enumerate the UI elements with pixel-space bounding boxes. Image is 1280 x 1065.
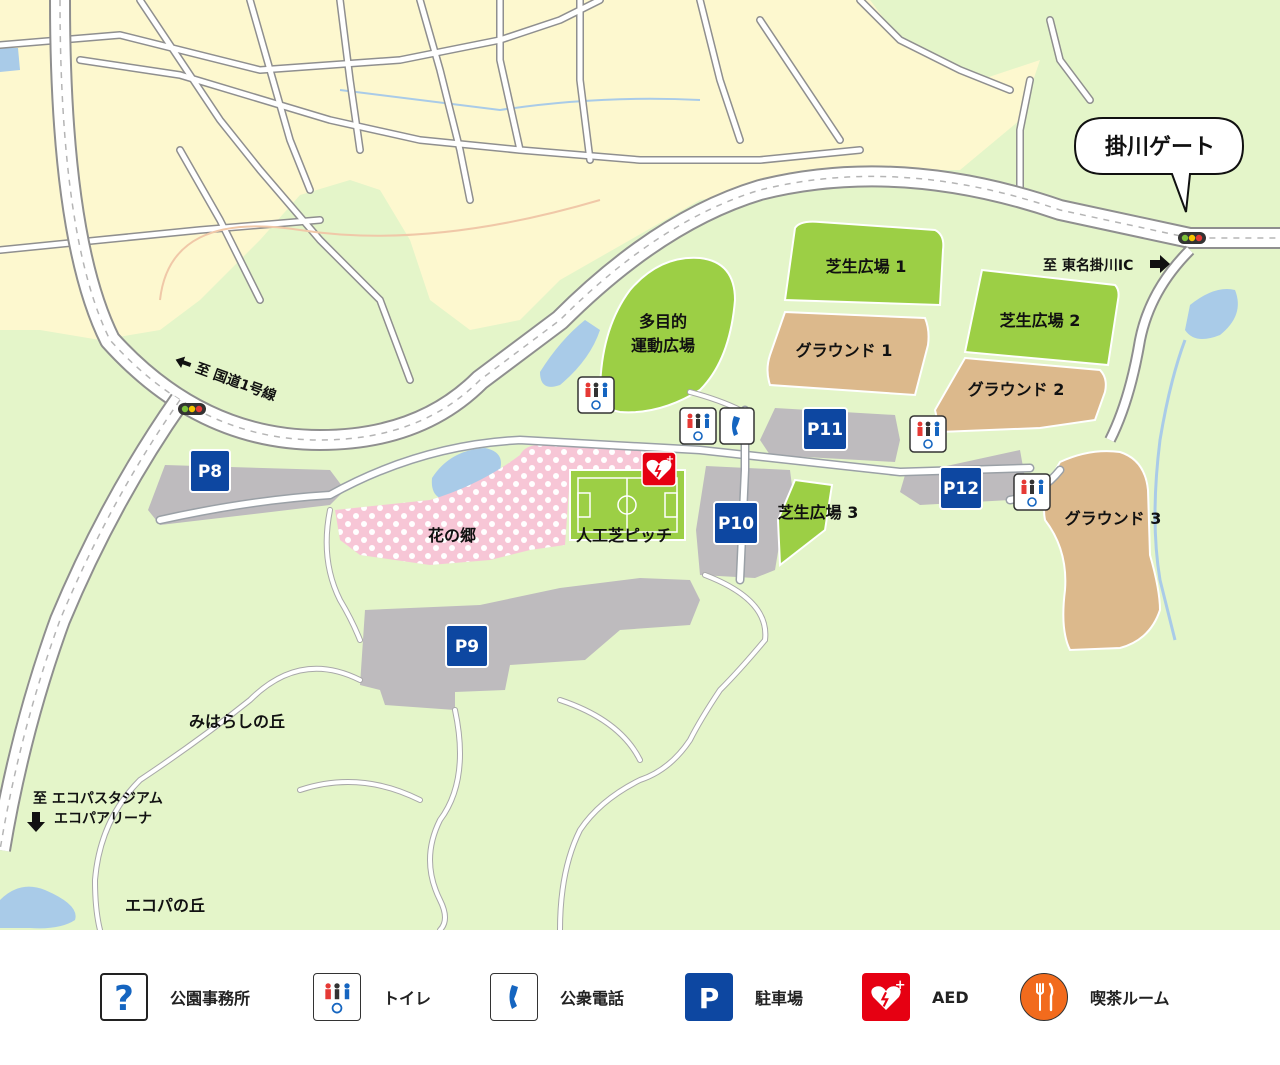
legend-label-phone: 公衆電話	[560, 989, 625, 1008]
label-tamokuteki-2: 運動広場	[631, 336, 695, 355]
parking-sign-p11[interactable]: P11	[802, 407, 848, 451]
question-icon: ?	[100, 973, 148, 1021]
toilet-icon[interactable]	[577, 376, 615, 414]
svg-text:+: +	[895, 978, 906, 993]
park-map: 芝生広場 1 芝生広場 2 芝生広場 3 グラウンド 1 グラウンド 2 グラウ…	[0, 0, 1280, 930]
label-dir-ic: 至 東名掛川IC	[1043, 257, 1133, 274]
aed-icon[interactable]: +	[641, 451, 677, 487]
legend-item-office: ? 公園事務所	[100, 972, 250, 1022]
legend-item-toilet: トイレ	[313, 972, 431, 1022]
legend-item-aed: + AED	[862, 972, 969, 1022]
legend-item-parking: P 駐車場	[685, 972, 803, 1022]
traffic-signal-icon	[1178, 232, 1206, 244]
legend-label-aed: AED	[932, 987, 969, 1007]
legend-item-phone: 公衆電話	[490, 972, 624, 1022]
toilet-icon[interactable]	[679, 407, 717, 445]
toilet-icon[interactable]	[1013, 473, 1051, 511]
parking-sign-p10-label: P10	[718, 514, 754, 534]
label-tamokuteki-1: 多目的	[639, 312, 687, 331]
svg-text:?: ?	[114, 979, 134, 1015]
legend-label-cafe: 喫茶ルーム	[1090, 989, 1170, 1008]
legend: ? 公園事務所 トイレ 公衆電話 P 駐車場 + AED 喫茶ルーム	[0, 930, 1280, 1065]
toilet-icon[interactable]	[909, 415, 947, 453]
parking-sign-p8-label: P8	[198, 462, 222, 482]
parking-sign-p12-label: P12	[943, 479, 979, 499]
legend-label-office: 公園事務所	[170, 989, 251, 1008]
label-shibafu-1: 芝生広場 1	[826, 257, 907, 276]
parking-sign-p10[interactable]: P10	[713, 501, 759, 545]
label-shibafu-2: 芝生広場 2	[1000, 311, 1081, 330]
label-dir-eco-2: エコパアリーナ	[54, 811, 152, 827]
label-jinko-shiba: 人工芝ピッチ	[576, 526, 672, 545]
gate-label: 掛川ゲート	[1105, 135, 1215, 160]
parking-icon: P	[685, 973, 733, 1021]
label-ecopa-oka: エコパの丘	[125, 896, 205, 915]
label-dir-eco-1: 至 エコパスタジアム	[33, 791, 163, 807]
pond-1	[0, 48, 20, 72]
svg-text:P: P	[699, 982, 720, 1015]
parking-sign-p9-label: P9	[455, 637, 479, 657]
label-ground-1: グラウンド 1	[796, 341, 893, 360]
aed-icon: +	[862, 973, 910, 1021]
legend-item-cafe: 喫茶ルーム	[1020, 972, 1170, 1022]
parking-sign-p11-label: P11	[807, 420, 843, 440]
label-shibafu-3: 芝生広場 3	[778, 503, 859, 522]
label-miharashi: みはらしの丘	[189, 712, 285, 731]
legend-label-toilet: トイレ	[383, 989, 432, 1008]
legend-label-parking: 駐車場	[755, 989, 804, 1008]
label-ground-3: グラウンド 3	[1065, 509, 1162, 528]
svg-text:+: +	[666, 454, 674, 465]
phone-icon[interactable]	[719, 407, 755, 445]
label-ground-2: グラウンド 2	[968, 380, 1065, 399]
toilet-icon	[313, 973, 361, 1021]
traffic-signal-icon	[178, 403, 206, 415]
cafe-icon	[1020, 973, 1068, 1021]
parking-sign-p8[interactable]: P8	[189, 449, 231, 493]
phone-icon	[490, 973, 538, 1021]
label-hana-no-sato: 花の郷	[428, 526, 476, 545]
parking-sign-p9[interactable]: P9	[445, 624, 489, 668]
parking-sign-p12[interactable]: P12	[939, 466, 983, 510]
